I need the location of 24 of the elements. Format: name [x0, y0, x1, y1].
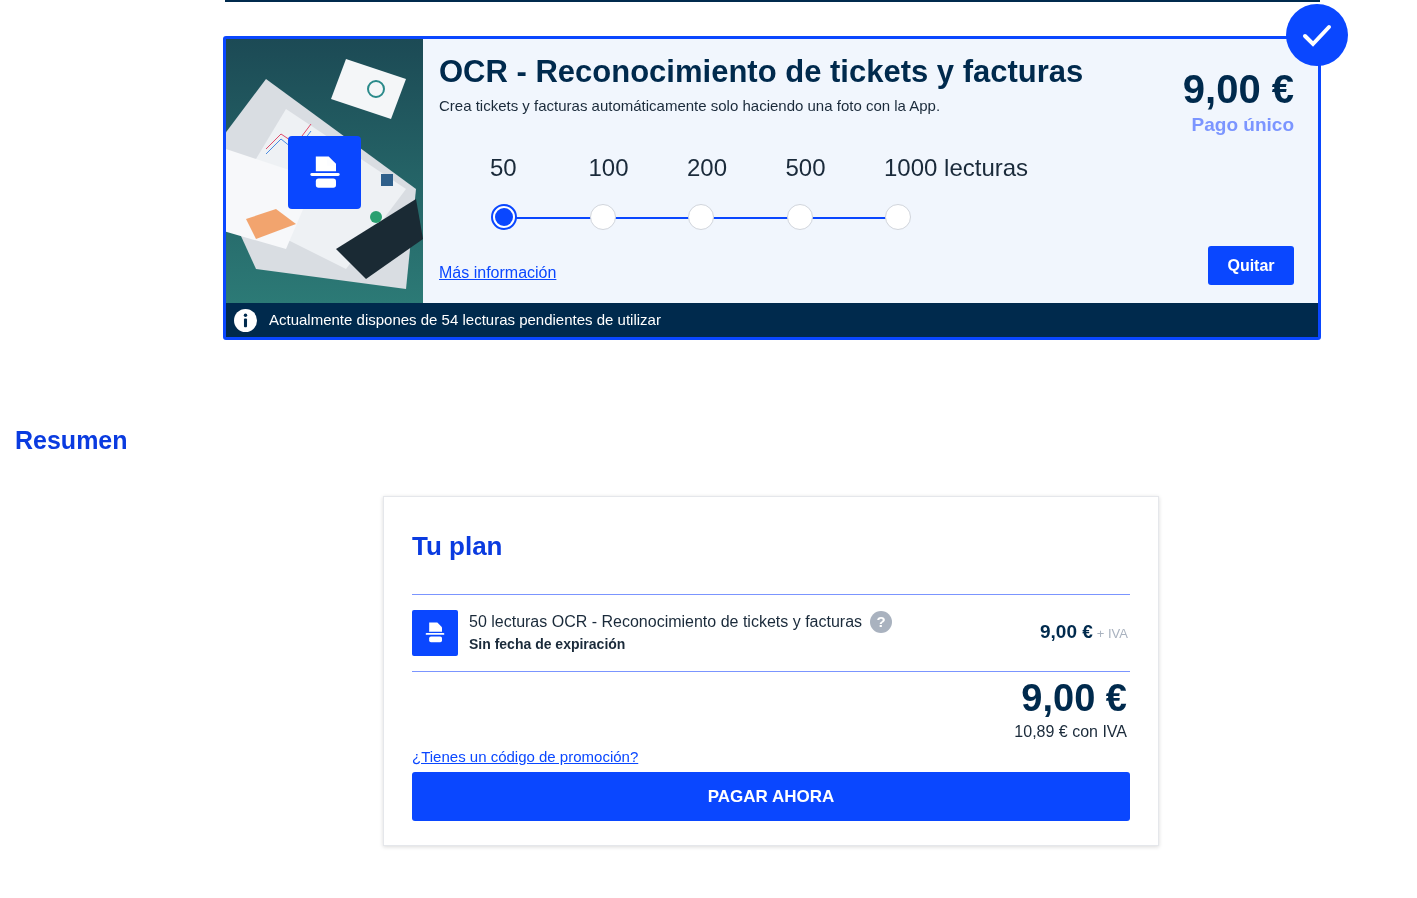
item-price: 9,00 € — [1039, 620, 1093, 645]
total-price: 9,00 € — [1021, 675, 1127, 720]
item-name: 50 lecturas OCR - Reconocimiento de tickets y facturas — [469, 612, 863, 632]
option-radio[interactable] — [491, 203, 517, 230]
option-label: 500 — [785, 152, 826, 183]
plan-title: Tu plan — [412, 529, 504, 563]
product-title: OCR - Reconocimiento de tickets y facturas — [439, 53, 1085, 91]
option-label: 50 — [490, 152, 517, 183]
pay-now-button[interactable]: PAGAR AHORA — [412, 772, 1130, 821]
payment-type: Pago único — [1191, 113, 1294, 137]
info-icon — [234, 308, 257, 332]
remove-button[interactable]: Quitar — [1208, 246, 1294, 285]
option-label: 200 — [687, 152, 728, 183]
notice-text: Actualmente dispones de 54 lecturas pendientes de utilizar — [269, 309, 661, 330]
item-detail: Sin fecha de expiración — [469, 635, 627, 654]
summary-heading: Resumen — [15, 425, 129, 456]
tax-note: + IVA — [1096, 625, 1128, 644]
more-info-link[interactable]: Más información — [439, 264, 557, 281]
product-price: 9,00 € — [1182, 67, 1294, 111]
option-label: 1000 lecturas — [884, 152, 1029, 183]
total-with-tax: 10,89 € con IVA — [1014, 721, 1127, 742]
promo-code-link[interactable]: ¿Tienes un código de promoción? — [412, 745, 639, 768]
option-label: 100 — [588, 152, 629, 183]
product-description: Crea tickets y facturas automáticamente solo haciendo una foto con la App. — [439, 96, 942, 116]
